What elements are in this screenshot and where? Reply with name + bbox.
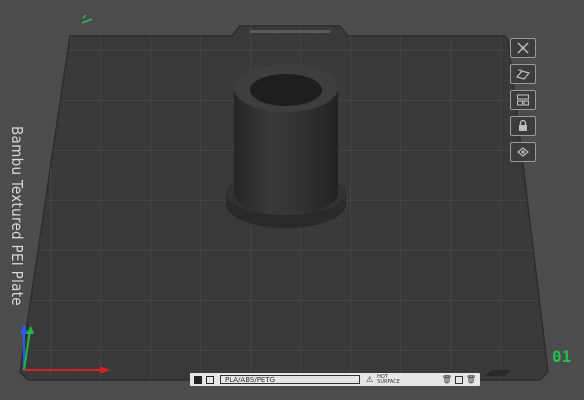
trash-icon-2: 🗑	[465, 375, 476, 384]
warning-icon: ⚠	[366, 375, 374, 384]
plate-title: Bambu Textured PEI Plate	[8, 126, 26, 306]
filament-types: PLA/ABS/PETG	[220, 375, 360, 384]
lock-icon	[519, 120, 527, 131]
plate-settings-button[interactable]	[510, 142, 536, 162]
hot-surface-warning: HOT SURFACE	[377, 374, 419, 385]
warning-line-2: SURFACE	[377, 378, 400, 385]
arrange-button[interactable]	[510, 90, 536, 110]
close-icon	[517, 42, 529, 54]
3d-viewport[interactable]: Bambu Textured PEI Plate 01 PLA/ABS/PETG…	[0, 0, 584, 400]
plate-label-strip: PLA/ABS/PETG ⚠ HOT SURFACE 🗑 🗑	[190, 373, 480, 386]
settings-icon	[517, 147, 529, 157]
trash-icon: 🗑	[441, 375, 452, 384]
auto-orient-icon	[515, 69, 531, 80]
plate-index: 01	[552, 347, 572, 366]
square-logo-icon	[206, 375, 214, 384]
axes-gizmo	[12, 322, 112, 382]
close-plate-button[interactable]	[510, 38, 536, 58]
plate-toolbar	[508, 38, 540, 168]
model-object	[226, 64, 346, 228]
grid-logo-icon	[194, 375, 202, 384]
arrange-icon	[516, 94, 530, 106]
green-marker-icon	[80, 10, 94, 29]
auto-orient-button[interactable]	[510, 64, 536, 84]
frame-icon	[454, 375, 463, 384]
lock-plate-button[interactable]	[510, 116, 536, 136]
